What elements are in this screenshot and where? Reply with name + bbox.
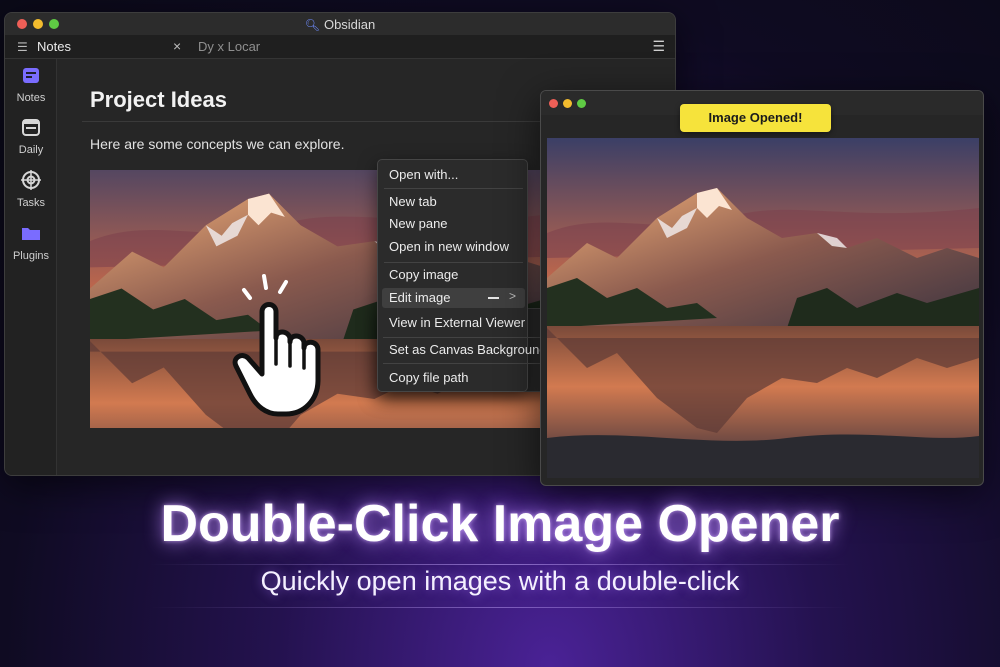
minus-icon	[488, 297, 499, 299]
search-icon: 🔍︎	[304, 18, 320, 32]
menu-divider	[384, 188, 523, 189]
sidebar-item-label: Notes	[16, 92, 46, 104]
tab-notes-label: Notes	[37, 39, 71, 54]
menu-item-set-as-canvas-background[interactable]: Set as Canvas Background	[389, 342, 547, 357]
close-window-button[interactable]	[549, 99, 558, 108]
minimize-window-button[interactable]	[563, 99, 572, 108]
menu-item-view-in-external-viewer[interactable]: View in External Viewer	[389, 315, 525, 330]
divider-line	[150, 564, 850, 565]
menu-item-copy-file-path[interactable]: Copy file path	[389, 370, 469, 385]
chevron-right-icon: >	[509, 289, 517, 303]
tab-bar: ☰ Notes × Dy x Locar ☰	[5, 35, 675, 59]
menu-item-copy-image[interactable]: Copy image	[389, 267, 458, 282]
menu-item-open-with[interactable]: Open with...	[389, 167, 458, 182]
menu-divider	[383, 363, 551, 364]
title-bar: 🔍︎ Obsidian	[5, 13, 675, 35]
hamburger-icon[interactable]: ☰	[652, 38, 665, 55]
sidebar-item-label: Tasks	[16, 197, 46, 209]
promo-subline: Quickly open images with a double-click	[260, 566, 740, 596]
pointer-hand-icon	[232, 274, 321, 417]
promo-headline: Double-Click Image Opener	[160, 495, 840, 553]
sidebar-item-label: Daily	[18, 144, 44, 156]
menu-item-edit-image[interactable]: Edit image	[389, 290, 450, 305]
note-body-text: Here are some concepts we can explore.	[90, 136, 345, 152]
sidebar-item-plugins[interactable]: Plugins	[5, 223, 57, 264]
menu-divider	[384, 262, 523, 263]
menu-item-new-tab[interactable]: New tab	[389, 194, 437, 209]
sidebar: Notes Daily Tasks Plugins	[5, 59, 57, 475]
app-title: 🔍︎ Obsidian	[5, 17, 675, 32]
sidebar-item-label: Plugins	[12, 250, 50, 262]
target-icon	[21, 170, 41, 190]
close-tab-button[interactable]: ×	[173, 38, 181, 54]
page-title: Project Ideas	[90, 87, 227, 112]
image-viewer-window: Image Opened!	[540, 90, 984, 486]
menu-divider	[383, 337, 551, 338]
list-icon: ☰	[17, 40, 28, 54]
tab-other[interactable]: Dy x Locar	[198, 39, 260, 54]
folder-icon	[22, 228, 40, 240]
app-title-text: Obsidian	[323, 17, 376, 32]
menu-item-open-in-new-window[interactable]: Open in new window	[389, 239, 509, 254]
daily-icon	[22, 119, 40, 136]
sidebar-item-daily[interactable]: Daily	[5, 117, 57, 158]
menu-item-new-pane[interactable]: New pane	[389, 216, 448, 231]
sidebar-item-tasks[interactable]: Tasks	[5, 170, 57, 211]
sidebar-item-notes[interactable]: Notes	[5, 65, 57, 106]
divider-line	[150, 607, 850, 608]
calendar-icon	[23, 68, 39, 83]
viewer-image[interactable]	[547, 138, 979, 478]
mountain-lake-image	[547, 138, 979, 478]
tab-notes[interactable]: ☰ Notes	[17, 39, 71, 54]
image-opened-toast: Image Opened!	[680, 104, 831, 132]
maximize-window-button[interactable]	[577, 99, 586, 108]
window-controls	[549, 99, 586, 108]
